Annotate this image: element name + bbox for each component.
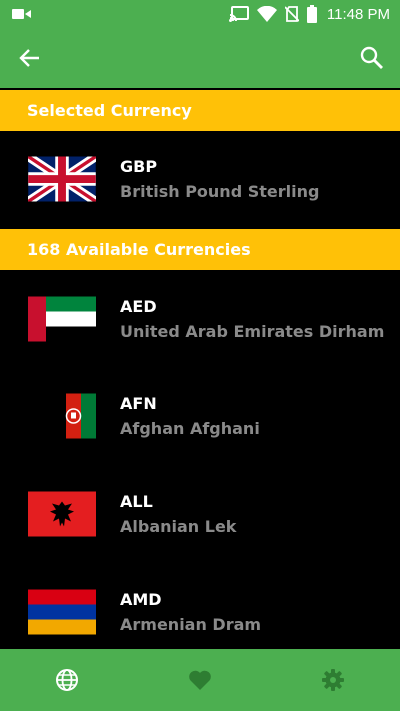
wifi-icon — [256, 6, 277, 22]
battery-icon — [306, 5, 317, 23]
back-arrow-icon[interactable] — [16, 44, 44, 72]
heart-icon — [188, 670, 211, 690]
currency-list-item[interactable]: AMD Armenian Dram — [0, 564, 400, 660]
afghanistan-flag — [51, 393, 96, 439]
gear-icon — [321, 669, 344, 691]
currency-list-item[interactable]: AFN Afghan Afghani — [0, 368, 400, 464]
uae-flag — [28, 296, 96, 342]
nav-settings[interactable] — [266, 649, 399, 711]
currency-code: GBP — [120, 157, 158, 176]
selected-currency-header: Selected Currency — [0, 90, 400, 131]
globe-icon — [55, 669, 78, 691]
video-icon — [12, 9, 31, 19]
search-icon[interactable] — [358, 44, 386, 72]
currency-name: United Arab Emirates Dirham — [120, 322, 385, 341]
uk-flag — [28, 156, 96, 202]
albania-flag — [28, 491, 96, 537]
currency-name: British Pound Sterling — [120, 182, 320, 201]
currency-name: Albanian Lek — [120, 517, 237, 536]
nav-favorites[interactable] — [133, 649, 266, 711]
currency-name: Afghan Afghani — [120, 419, 260, 438]
cast-icon — [228, 6, 249, 22]
selected-currency-row[interactable]: GBP British Pound Sterling — [0, 131, 400, 227]
currency-screen: 11:48 PM Selected Currency GBP British P… — [0, 0, 400, 711]
currency-code: AFN — [120, 394, 157, 413]
status-icons: 11:48 PM — [228, 0, 390, 28]
currency-code: AED — [120, 297, 157, 316]
currency-list-item[interactable]: ALL Albanian Lek — [0, 466, 400, 562]
currency-code: ALL — [120, 492, 153, 511]
currency-name: Armenian Dram — [120, 615, 262, 634]
currency-list-item[interactable]: AED United Arab Emirates Dirham — [0, 271, 400, 367]
nav-currencies[interactable] — [0, 649, 133, 711]
status-bar: 11:48 PM — [0, 0, 400, 28]
no-sim-icon — [284, 6, 299, 22]
bottom-nav — [0, 649, 400, 711]
currency-code: AMD — [120, 590, 162, 609]
app-bar — [0, 28, 400, 88]
status-time: 11:48 PM — [326, 5, 390, 23]
armenia-flag — [28, 589, 96, 635]
available-currencies-header: 168 Available Currencies — [0, 229, 400, 270]
